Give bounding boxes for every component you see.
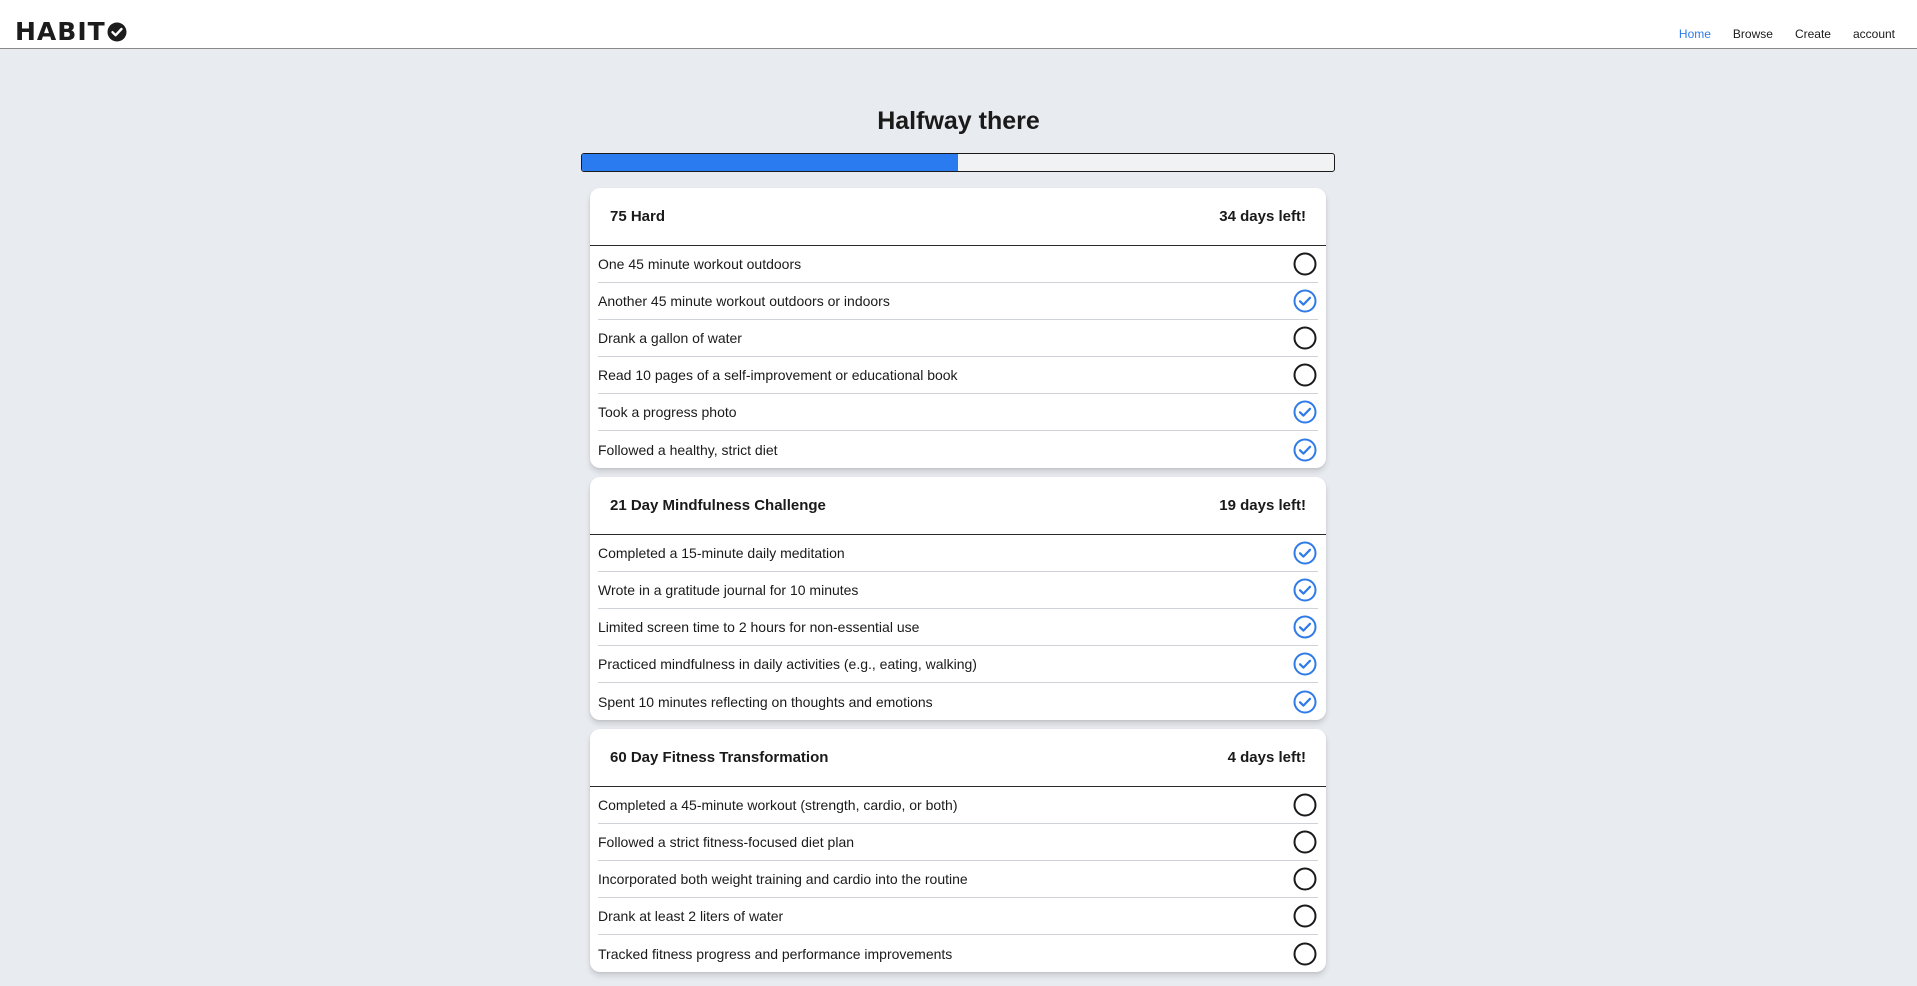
- task-label: One 45 minute workout outdoors: [598, 256, 802, 272]
- task-label: Read 10 pages of a self-improvement or e…: [598, 367, 958, 383]
- unchecked-circle-icon: [1293, 363, 1317, 387]
- checked-circle-icon: [1293, 690, 1317, 713]
- logo-check-icon: [107, 21, 128, 42]
- task-row: Incorporated both weight training and ca…: [598, 861, 1318, 898]
- task-checkbox[interactable]: [1292, 829, 1318, 855]
- logo-text: HABIT: [15, 17, 106, 46]
- challenge-card-header: 60 Day Fitness Transformation 4 days lef…: [590, 729, 1326, 787]
- unchecked-circle-icon: [1293, 942, 1317, 965]
- progress-headline: Halfway there: [877, 107, 1040, 135]
- task-row: One 45 minute workout outdoors: [598, 246, 1318, 283]
- unchecked-circle-icon: [1293, 252, 1317, 276]
- task-list: Completed a 15-minute daily meditation W…: [590, 535, 1326, 720]
- days-left-label: 19 days left!: [1219, 497, 1306, 514]
- task-checkbox[interactable]: [1292, 651, 1318, 677]
- task-checkbox[interactable]: [1292, 614, 1318, 640]
- task-row: Followed a healthy, strict diet: [598, 431, 1318, 468]
- task-row: Drank at least 2 liters of water: [598, 898, 1318, 935]
- task-row: Spent 10 minutes reflecting on thoughts …: [598, 683, 1318, 720]
- nav-browse-link[interactable]: Browse: [1733, 27, 1773, 41]
- task-checkbox[interactable]: [1292, 399, 1318, 425]
- task-checkbox[interactable]: [1292, 437, 1318, 463]
- nav-home-link[interactable]: Home: [1679, 27, 1711, 41]
- checked-circle-icon: [1293, 615, 1317, 639]
- task-label: Drank at least 2 liters of water: [598, 908, 784, 924]
- unchecked-circle-icon: [1293, 904, 1317, 928]
- task-checkbox[interactable]: [1292, 577, 1318, 603]
- task-checkbox[interactable]: [1292, 941, 1318, 967]
- task-label: Wrote in a gratitude journal for 10 minu…: [598, 582, 859, 598]
- challenge-card: 60 Day Fitness Transformation 4 days lef…: [590, 729, 1326, 972]
- task-label: Incorporated both weight training and ca…: [598, 871, 968, 887]
- task-list: One 45 minute workout outdoors Another 4…: [590, 246, 1326, 468]
- challenge-title: 60 Day Fitness Transformation: [610, 749, 829, 766]
- unchecked-circle-icon: [1293, 830, 1317, 854]
- task-label: Another 45 minute workout outdoors or in…: [598, 293, 890, 309]
- challenge-title: 75 Hard: [610, 208, 666, 225]
- task-label: Limited screen time to 2 hours for non-e…: [598, 619, 920, 635]
- checked-circle-icon: [1293, 289, 1317, 313]
- task-row: Read 10 pages of a self-improvement or e…: [598, 357, 1318, 394]
- task-row: Completed a 15-minute daily meditation: [598, 535, 1318, 572]
- progress-bar-fill: [582, 154, 958, 171]
- checked-circle-icon: [1293, 400, 1317, 424]
- task-label: Took a progress photo: [598, 404, 737, 420]
- task-checkbox[interactable]: [1292, 792, 1318, 818]
- top-navbar: HABIT Home Browse Create account: [0, 0, 1917, 49]
- nav-account-link[interactable]: account: [1853, 27, 1895, 41]
- challenge-card-header: 21 Day Mindfulness Challenge 19 days lef…: [590, 477, 1326, 535]
- app-logo[interactable]: HABIT: [15, 19, 128, 44]
- task-checkbox[interactable]: [1292, 866, 1318, 892]
- checked-circle-icon: [1293, 541, 1317, 565]
- nav-create-link[interactable]: Create: [1795, 27, 1831, 41]
- task-label: Spent 10 minutes reflecting on thoughts …: [598, 693, 933, 710]
- task-checkbox[interactable]: [1292, 689, 1318, 715]
- checked-circle-icon: [1293, 578, 1317, 602]
- task-row: Another 45 minute workout outdoors or in…: [598, 283, 1318, 320]
- task-checkbox[interactable]: [1292, 288, 1318, 314]
- overall-progress-bar: [581, 153, 1335, 172]
- unchecked-circle-icon: [1293, 793, 1317, 817]
- task-label: Drank a gallon of water: [598, 330, 742, 346]
- challenge-card-header: 75 Hard 34 days left!: [590, 188, 1326, 246]
- days-left-label: 34 days left!: [1219, 208, 1306, 225]
- days-left-label: 4 days left!: [1227, 749, 1306, 766]
- task-row: Limited screen time to 2 hours for non-e…: [598, 609, 1318, 646]
- task-row: Took a progress photo: [598, 394, 1318, 431]
- challenge-card: 21 Day Mindfulness Challenge 19 days lef…: [590, 477, 1326, 720]
- checked-circle-icon: [1293, 438, 1317, 461]
- task-label: Completed a 15-minute daily meditation: [598, 545, 845, 561]
- unchecked-circle-icon: [1293, 326, 1317, 350]
- task-row: Wrote in a gratitude journal for 10 minu…: [598, 572, 1318, 609]
- task-checkbox[interactable]: [1292, 362, 1318, 388]
- task-checkbox[interactable]: [1292, 540, 1318, 566]
- unchecked-circle-icon: [1293, 867, 1317, 891]
- task-list: Completed a 45-minute workout (strength,…: [590, 787, 1326, 972]
- challenge-title: 21 Day Mindfulness Challenge: [610, 497, 826, 514]
- task-label: Completed a 45-minute workout (strength,…: [598, 797, 958, 813]
- task-row: Drank a gallon of water: [598, 320, 1318, 357]
- challenge-card: 75 Hard 34 days left! One 45 minute work…: [590, 188, 1326, 468]
- task-label: Followed a healthy, strict diet: [598, 441, 778, 458]
- task-checkbox[interactable]: [1292, 251, 1318, 277]
- task-row: Tracked fitness progress and performance…: [598, 935, 1318, 972]
- nav-links: Home Browse Create account: [1657, 27, 1895, 41]
- task-label: Tracked fitness progress and performance…: [598, 945, 953, 962]
- task-label: Followed a strict fitness-focused diet p…: [598, 834, 855, 850]
- task-checkbox[interactable]: [1292, 325, 1318, 351]
- checked-circle-icon: [1293, 652, 1317, 676]
- task-row: Completed a 45-minute workout (strength,…: [598, 787, 1318, 824]
- task-checkbox[interactable]: [1292, 903, 1318, 929]
- task-row: Practiced mindfulness in daily activitie…: [598, 646, 1318, 683]
- task-row: Followed a strict fitness-focused diet p…: [598, 824, 1318, 861]
- task-label: Practiced mindfulness in daily activitie…: [598, 656, 977, 672]
